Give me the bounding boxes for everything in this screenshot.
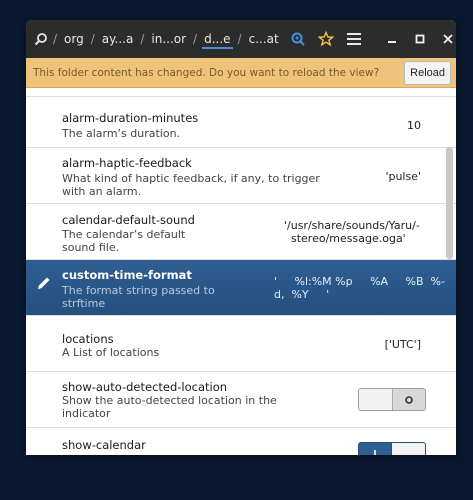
key-name: calendar-default-sound <box>62 213 195 227</box>
reload-button[interactable]: Reload <box>404 60 451 85</box>
breadcrumb-separator: / <box>193 32 198 46</box>
key-name: locations <box>62 332 114 346</box>
search-root-icon[interactable] <box>34 30 48 48</box>
search-icon[interactable] <box>287 28 309 50</box>
breadcrumb-indicator[interactable]: in...or <box>149 30 188 48</box>
switch-on-indicator <box>359 443 391 455</box>
list-row-locations[interactable]: locations A List of locations ['UTC'] <box>26 316 456 372</box>
minimize-icon[interactable] <box>381 28 403 50</box>
keys-list: alarm-duration-minutes The alarm’s durat… <box>26 94 456 455</box>
key-name: alarm-haptic-feedback <box>62 156 192 170</box>
key-value: '/usr/share/sounds/Yaru/- <box>284 219 420 232</box>
breadcrumb-separator: / <box>140 32 145 46</box>
switch-off-indicator <box>393 389 425 410</box>
list-row-alarm-haptic-feedback[interactable]: alarm-haptic-feedback What kind of hapti… <box>26 148 456 204</box>
key-description: strftime <box>62 297 106 310</box>
key-description: What kind of haptic feedback, if any, to… <box>62 172 320 185</box>
key-description: sound file. <box>62 241 120 254</box>
breadcrumb-separator: / <box>90 32 95 46</box>
list-row-calendar-default-sound[interactable]: calendar-default-sound The calendar’s de… <box>26 204 456 260</box>
show-auto-detected-location-switch[interactable] <box>358 388 426 411</box>
close-icon[interactable] <box>437 28 456 50</box>
header-actions <box>281 28 365 50</box>
key-description: Show the auto-detected location in the <box>62 394 277 407</box>
breadcrumb-datetime[interactable]: d...e <box>202 30 233 49</box>
key-value: ' %l:%M %p %A %B %- <box>274 275 445 288</box>
key-description: The alarm’s duration. <box>62 127 181 140</box>
window-controls <box>375 28 456 50</box>
switch-knob <box>359 389 393 410</box>
key-value: 10 <box>407 119 421 132</box>
hamburger-menu-icon[interactable] <box>343 28 365 50</box>
header-bar: / org / ay...a / in...or / d...e / c...a… <box>26 20 456 58</box>
dconf-editor-window: / org / ay...a / in...or / d...e / c...a… <box>26 20 456 455</box>
show-calendar-switch[interactable] <box>358 442 426 455</box>
key-description: The calendar’s default <box>62 228 186 241</box>
key-value: 'pulse' <box>385 170 421 183</box>
key-name: custom-time-format <box>62 268 192 282</box>
breadcrumb-ayatana[interactable]: ay...a <box>100 30 136 48</box>
breadcrumb-separator: / <box>237 32 242 46</box>
list-row-alarm-duration-minutes[interactable]: alarm-duration-minutes The alarm’s durat… <box>26 97 456 148</box>
key-description: with an alarm. <box>62 185 142 198</box>
breadcrumb-separator: / <box>53 32 58 46</box>
scrollbar-thumb[interactable] <box>446 147 453 259</box>
key-description: The format string passed to <box>62 284 215 297</box>
key-description: indicator <box>62 407 111 420</box>
breadcrumb-org[interactable]: org <box>62 30 86 48</box>
key-description: A List of locations <box>62 346 160 359</box>
list-row-show-auto-detected-location[interactable]: show-auto-detected-location Show the aut… <box>26 372 456 428</box>
reload-infobar: This folder content has changed. Do you … <box>26 58 456 88</box>
key-value: stereo/message.oga' <box>291 232 406 245</box>
list-row-show-calendar[interactable]: show-calendar <box>26 428 456 455</box>
list-row-custom-time-format[interactable]: custom-time-format The format string pas… <box>26 260 456 316</box>
breadcrumb-current[interactable]: c...at <box>247 30 281 48</box>
key-value: ['UTC'] <box>384 338 421 351</box>
edit-pencil-icon <box>36 275 52 291</box>
maximize-icon[interactable] <box>409 28 431 50</box>
key-name: alarm-duration-minutes <box>62 111 199 125</box>
key-name: show-auto-detected-location <box>62 380 228 394</box>
switch-knob <box>391 443 425 455</box>
key-name: show-calendar <box>62 438 146 452</box>
key-value: d, %Y ' <box>274 288 330 301</box>
bookmark-star-icon[interactable] <box>315 28 337 50</box>
infobar-message: This folder content has changed. Do you … <box>33 66 380 79</box>
